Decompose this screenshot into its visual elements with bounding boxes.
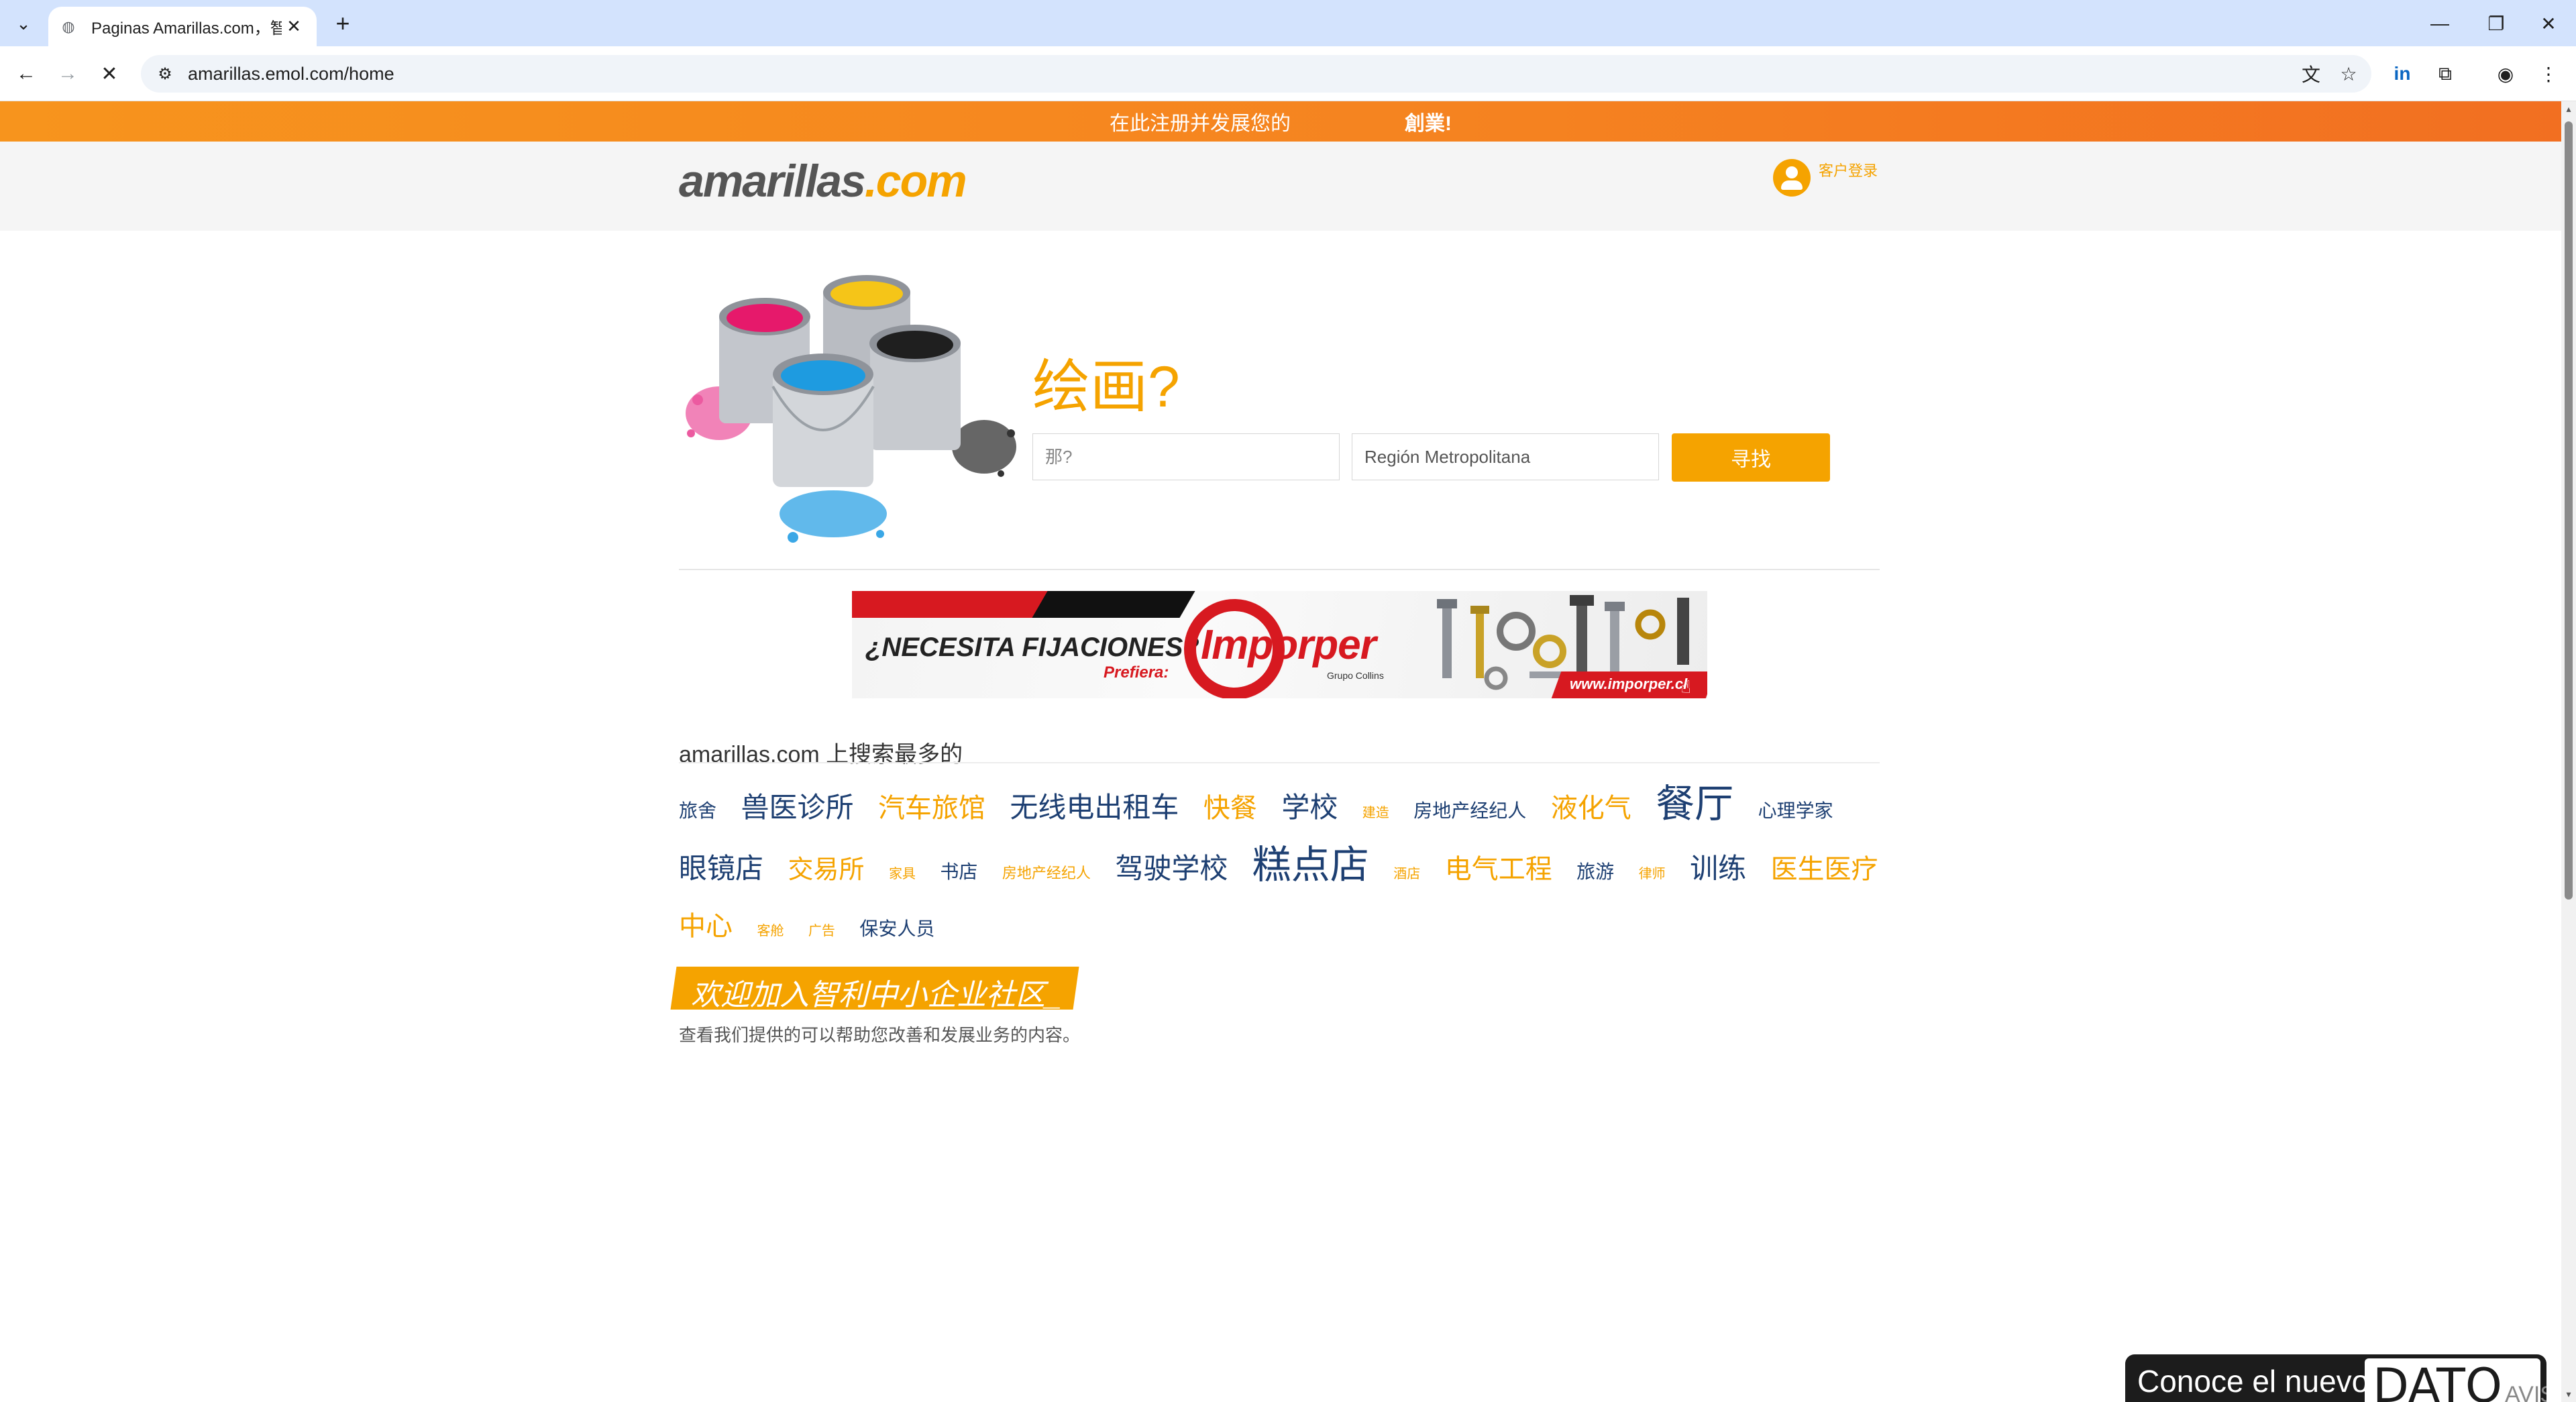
ad-stripe-red bbox=[852, 591, 1053, 618]
logo-main: amarillas bbox=[679, 156, 866, 207]
site-info-icon[interactable]: ⚙ bbox=[152, 60, 178, 87]
popular-tag[interactable]: 旅游 bbox=[1576, 861, 1614, 882]
popular-tag[interactable]: 书店 bbox=[940, 861, 977, 882]
site-header: amarillas.com 客户登录 bbox=[0, 142, 2561, 231]
back-icon[interactable]: ← bbox=[11, 58, 42, 89]
datoavisos-text: Conoce el nuevo bbox=[2137, 1364, 2369, 1399]
user-icon bbox=[1773, 159, 1811, 197]
datoavisos-logo: DATO AVISOS bbox=[2365, 1358, 2546, 1402]
popular-tag[interactable]: 家具 bbox=[889, 867, 916, 881]
new-tab-plus-icon[interactable]: + bbox=[329, 9, 357, 38]
popular-tag[interactable]: 保安人员 bbox=[859, 918, 934, 939]
popular-tag[interactable]: 房地产经纪人 bbox=[1413, 800, 1526, 821]
search-where-input[interactable]: Región Metropolitana bbox=[1352, 433, 1659, 480]
browser-toolbar: ← → ✕ ⚙ amarillas.emol.com/home 文 ☆ in ⧉… bbox=[0, 46, 2576, 101]
ad-url: www.imporper.cl bbox=[1570, 676, 1688, 692]
minimize-icon[interactable]: — bbox=[2416, 7, 2463, 40]
popular-tag[interactable]: 广告 bbox=[808, 924, 835, 938]
popular-tag[interactable]: 糕点店 bbox=[1252, 843, 1369, 887]
popular-tag[interactable]: 交易所 bbox=[788, 856, 864, 884]
tag-cloud: 旅舍 兽医诊所 汽车旅馆 无线电出租车 快餐 学校 建造 房地产经纪人 液化气 … bbox=[679, 779, 1880, 958]
translate-icon[interactable]: 文 bbox=[2296, 59, 2326, 89]
promo-text: 在此注册并发展您的 bbox=[1110, 113, 1291, 135]
profile-icon[interactable]: ◉ bbox=[2490, 58, 2521, 89]
ad-banner[interactable]: ¿NECESITA FIJACIONES? Prefiera: Imporper… bbox=[852, 591, 1707, 698]
ad-prefiera: Prefiera: bbox=[1104, 663, 1169, 682]
popular-tag[interactable]: 心理学家 bbox=[1758, 800, 1833, 821]
popular-tag[interactable]: 餐厅 bbox=[1656, 782, 1733, 826]
promo-bar[interactable]: 在此注册并发展您的 創業! bbox=[0, 101, 2561, 142]
popular-tag[interactable]: 快餐 bbox=[1203, 794, 1257, 823]
hand-pointer-icon: ☝ bbox=[1680, 677, 1691, 697]
popular-tag[interactable]: 汽车旅馆 bbox=[878, 794, 985, 823]
popular-tag[interactable]: 客舱 bbox=[757, 924, 784, 938]
url-text[interactable]: amarillas.emol.com/home bbox=[188, 64, 2296, 85]
popular-tag[interactable]: 电气工程 bbox=[1445, 855, 1552, 884]
close-icon[interactable]: ✕ bbox=[282, 15, 306, 39]
tab-strip: ⌄ ◍ Paginas Amarillas.com，智利 ✕ + — ❐ ✕ bbox=[0, 0, 2576, 46]
popular-tag[interactable]: 房地产经纪人 bbox=[1002, 865, 1091, 881]
popular-tag[interactable]: 兽医诊所 bbox=[741, 792, 853, 823]
browser-tab[interactable]: ◍ Paginas Amarillas.com，智利 ✕ bbox=[48, 7, 317, 46]
page-scrollbar[interactable]: ▴ ▾ bbox=[2561, 101, 2576, 1402]
popular-tag[interactable]: 律师 bbox=[1639, 867, 1666, 881]
hero-search: 绘画? Región Metropolitana 寻找 bbox=[679, 272, 1880, 554]
promo-strong: 創業! bbox=[1405, 113, 1452, 135]
popular-tag[interactable]: 驾驶学校 bbox=[1115, 853, 1228, 884]
extensions-icon[interactable]: ⧉ bbox=[2430, 58, 2461, 89]
star-icon[interactable]: ☆ bbox=[2334, 59, 2363, 89]
window-close-icon[interactable]: ✕ bbox=[2525, 7, 2572, 40]
popular-title: amarillas.com 上搜索最多的 bbox=[679, 742, 963, 767]
hero-title: 绘画? bbox=[1032, 355, 1180, 419]
forward-icon[interactable]: → bbox=[52, 58, 83, 89]
popular-tag[interactable]: 酒店 bbox=[1393, 867, 1420, 881]
search-button[interactable]: 寻找 bbox=[1672, 433, 1830, 482]
popular-tag[interactable]: 学校 bbox=[1281, 792, 1338, 823]
section-divider bbox=[679, 569, 1880, 570]
customer-login[interactable]: 客户登录 bbox=[1773, 159, 1878, 197]
ad-brand: Imporper bbox=[1201, 622, 1377, 668]
popular-tag[interactable]: 训练 bbox=[1690, 853, 1746, 884]
linkedin-icon[interactable]: in bbox=[2387, 58, 2418, 89]
scroll-thumb[interactable] bbox=[2565, 121, 2573, 900]
page-viewport: 在此注册并发展您的 創業! amarillas.com 客户登录 绘画? 那? … bbox=[0, 101, 2561, 1402]
popular-tag[interactable]: 建造 bbox=[1362, 806, 1389, 820]
ad-stripe-black bbox=[1032, 591, 1195, 618]
search-what-input[interactable] bbox=[1032, 433, 1340, 480]
popular-tag[interactable]: 眼镜店 bbox=[679, 853, 763, 884]
restore-icon[interactable]: ❐ bbox=[2473, 7, 2520, 40]
menu-icon[interactable]: ⋮ bbox=[2533, 58, 2564, 89]
address-bar[interactable]: ⚙ amarillas.emol.com/home 文 ☆ bbox=[141, 55, 2371, 93]
logo-tld: .com bbox=[864, 156, 967, 207]
ad-group: Grupo Collins bbox=[1327, 670, 1384, 681]
paint-cans-image bbox=[686, 275, 1016, 543]
globe-icon: ◍ bbox=[62, 17, 75, 35]
ad-headline: ¿NECESITA FIJACIONES? bbox=[865, 633, 1199, 662]
stop-icon[interactable]: ✕ bbox=[94, 58, 125, 89]
popular-tag[interactable]: 无线电出租车 bbox=[1010, 792, 1179, 823]
site-logo[interactable]: amarillas.com bbox=[679, 155, 967, 207]
tab-title: Paginas Amarillas.com，智利 bbox=[91, 19, 282, 38]
community-description: 查看我们提供的可以帮助您改善和发展业务的内容。 bbox=[679, 1025, 1081, 1045]
datoavisos-widget[interactable]: Conoce el nuevo DATO AVISOS bbox=[2125, 1354, 2546, 1402]
scroll-up-icon[interactable]: ▴ bbox=[2564, 104, 2573, 113]
popular-tag[interactable]: 液化气 bbox=[1551, 794, 1631, 823]
community-title[interactable]: 欢迎加入智利中小企业社区_ bbox=[691, 971, 1061, 1014]
login-label: 客户登录 bbox=[1819, 162, 1878, 179]
tab-search-chevron-down-icon[interactable]: ⌄ bbox=[9, 9, 38, 38]
scroll-down-icon[interactable]: ▾ bbox=[2564, 1389, 2573, 1399]
dato-logo-big: DATO bbox=[2373, 1358, 2502, 1402]
popular-divider bbox=[679, 762, 1880, 763]
dato-logo-small: AVISOS bbox=[2504, 1382, 2546, 1402]
popular-tag[interactable]: 旅舍 bbox=[679, 800, 716, 821]
